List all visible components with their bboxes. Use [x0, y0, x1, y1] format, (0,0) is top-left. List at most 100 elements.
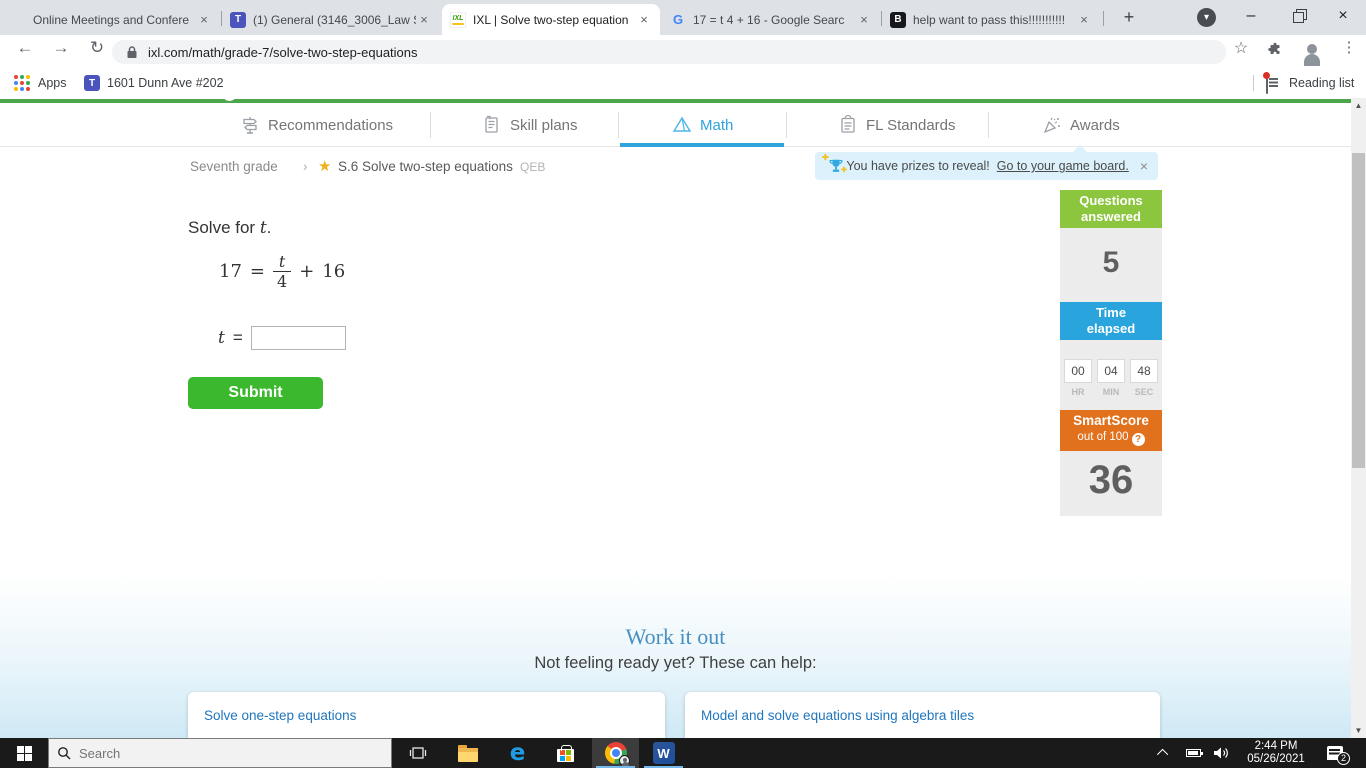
practice-stats-sidebar: Questions answered 5 Time elapsed 00 04 48… — [1060, 190, 1162, 516]
questions-answered-value: 5 — [1102, 246, 1120, 279]
window-minimize-button[interactable]: – — [1228, 0, 1274, 32]
apps-shortcut[interactable]: Apps — [38, 76, 67, 90]
teams-favicon: T — [230, 11, 246, 28]
tab-close-icon[interactable]: × — [1076, 12, 1092, 28]
extensions-puzzle-icon[interactable] — [1266, 42, 1284, 65]
teams-bookmark-icon: T — [84, 75, 100, 91]
nav-fl-standards[interactable]: FL Standards — [838, 103, 956, 147]
search-input[interactable] — [79, 745, 329, 761]
edge-icon: e — [509, 740, 526, 766]
tab-close-icon[interactable]: × — [636, 12, 652, 28]
chrome-button-active[interactable] — [592, 738, 639, 768]
browser-menu-kebab-icon[interactable]: ⋮ — [1336, 38, 1362, 56]
scroll-down-icon[interactable]: ▼ — [1351, 726, 1366, 735]
new-tab-button[interactable]: + — [1116, 5, 1142, 31]
tab-teams-general[interactable]: T (1) General (3146_3006_Law S × — [222, 4, 440, 35]
back-button[interactable]: ← — [12, 38, 38, 58]
tab-close-icon[interactable]: × — [416, 12, 432, 28]
tab-separator — [1103, 11, 1104, 26]
bookmark-star-icon[interactable]: ☆ — [1228, 38, 1254, 58]
tab-title: IXL | Solve two-step equation — [473, 12, 629, 27]
word-button-active[interactable]: W — [640, 738, 687, 768]
nav-recommendations[interactable]: Recommendations — [240, 103, 393, 147]
address-bar[interactable]: ixl.com/math/grade-7/solve-two-step-equa… — [112, 40, 1226, 64]
bookmark-item[interactable]: 1601 Dunn Ave #202 — [107, 76, 224, 90]
reload-button[interactable]: ↻ — [84, 38, 110, 58]
battery-icon — [1185, 749, 1203, 757]
folder-icon — [457, 744, 478, 762]
tab-close-icon[interactable]: × — [856, 12, 872, 28]
reading-list-icon[interactable] — [1263, 72, 1270, 94]
tray-show-hidden-icons[interactable] — [1152, 738, 1176, 768]
ixl-nav-bar: Recommendations Skill plans Math FL Stan… — [0, 103, 1351, 147]
action-center-button[interactable]: 2 — [1320, 738, 1350, 768]
banner-close-icon[interactable]: × — [1140, 158, 1148, 174]
volume-indicator[interactable] — [1208, 738, 1234, 768]
chevron-down-icon: ▾ — [1197, 8, 1216, 27]
page-scrollbar[interactable]: ▲ ▼ — [1351, 98, 1366, 738]
scroll-up-icon[interactable]: ▲ — [1351, 101, 1366, 110]
eq-right: 16 — [322, 261, 346, 282]
nav-divider — [618, 112, 619, 138]
scrollbar-thumb[interactable] — [1352, 153, 1365, 468]
time-hr-label: HR — [1071, 387, 1085, 397]
answer-row: t = — [218, 326, 346, 350]
window-restore-button[interactable] — [1274, 0, 1320, 32]
nav-math-active[interactable]: Math — [672, 103, 733, 147]
banner-message: You have prizes to reveal! — [846, 159, 990, 173]
breadcrumb-grade[interactable]: Seventh grade — [190, 159, 278, 174]
submit-button[interactable]: Submit — [188, 377, 323, 409]
apps-grid-icon[interactable] — [14, 75, 30, 91]
tab-title: help want to pass this!!!!!!!!!!! — [913, 12, 1066, 27]
task-view-icon — [409, 747, 426, 759]
nav-awards[interactable]: Awards — [1042, 103, 1120, 147]
nav-skill-plans[interactable]: Skill plans — [482, 103, 578, 147]
clipboard-pencil-icon — [485, 115, 498, 133]
url-text: ixl.com/math/grade-7/solve-two-step-equa… — [148, 44, 418, 60]
start-button[interactable] — [0, 738, 48, 768]
edge-button[interactable]: e — [494, 738, 541, 768]
help-card[interactable]: Model and solve equations using algebra … — [685, 692, 1160, 738]
tab-google-search[interactable]: G 17 = t 4 + 16 - Google Searc × — [662, 4, 880, 35]
work-it-out-subtitle: Not feeling ready yet? These can help: — [534, 654, 817, 672]
help-link-algebra-tiles[interactable]: Model and solve equations using algebra … — [701, 708, 974, 723]
windows-taskbar: e W 2:44 PM 05/26/2021 — [0, 738, 1366, 768]
fraction: t 4 — [273, 252, 292, 291]
nav-divider — [430, 112, 431, 138]
close-icon: × — [1338, 7, 1348, 24]
microsoft-store-button[interactable] — [542, 738, 589, 768]
help-card[interactable]: Solve one-step equations — [188, 692, 665, 738]
file-explorer-button[interactable] — [444, 738, 491, 768]
tab-search-button[interactable]: ▾ — [1197, 8, 1216, 27]
reading-list-red-dot — [1263, 72, 1270, 79]
tab-online-meetings[interactable]: Online Meetings and Confere × — [2, 4, 220, 35]
forward-button[interactable]: → — [48, 38, 74, 58]
breadcrumb-skill[interactable]: S.6 Solve two-step equations — [338, 159, 513, 174]
eq-left: 17 — [219, 261, 242, 282]
battery-indicator[interactable] — [1180, 738, 1206, 768]
nav-divider — [786, 112, 787, 138]
reading-list-button[interactable]: Reading list — [1289, 76, 1354, 90]
time-min-label: MIN — [1102, 387, 1120, 397]
smartscore-help-icon[interactable]: ? — [1131, 433, 1145, 446]
party-popper-icon — [1043, 117, 1060, 134]
game-board-link[interactable]: Go to your game board. — [997, 159, 1129, 173]
taskbar-clock[interactable]: 2:44 PM 05/26/2021 — [1238, 738, 1314, 768]
notification-icon: 2 — [1327, 746, 1350, 765]
speaker-icon — [1214, 747, 1228, 759]
time-sec-label: SEC — [1134, 387, 1154, 397]
microsoft-favicon — [10, 12, 26, 28]
task-view-button[interactable] — [394, 738, 441, 768]
tab-ixl-active[interactable]: IXL IXL | Solve two-step equation × — [442, 4, 660, 35]
answer-input[interactable] — [250, 326, 346, 350]
notification-badge: 2 — [1337, 752, 1350, 765]
taskbar-search-box[interactable] — [48, 738, 392, 768]
window-close-button[interactable]: × — [1320, 0, 1366, 32]
tab-blackboard[interactable]: B help want to pass this!!!!!!!!!!! × — [882, 4, 1100, 35]
blackboard-favicon: B — [890, 11, 906, 28]
time-sec-box: 48 — [1130, 359, 1158, 383]
search-icon — [58, 747, 71, 760]
tab-close-icon[interactable]: × — [196, 12, 212, 28]
help-link-one-step[interactable]: Solve one-step equations — [204, 708, 356, 723]
nav-divider — [988, 112, 989, 138]
